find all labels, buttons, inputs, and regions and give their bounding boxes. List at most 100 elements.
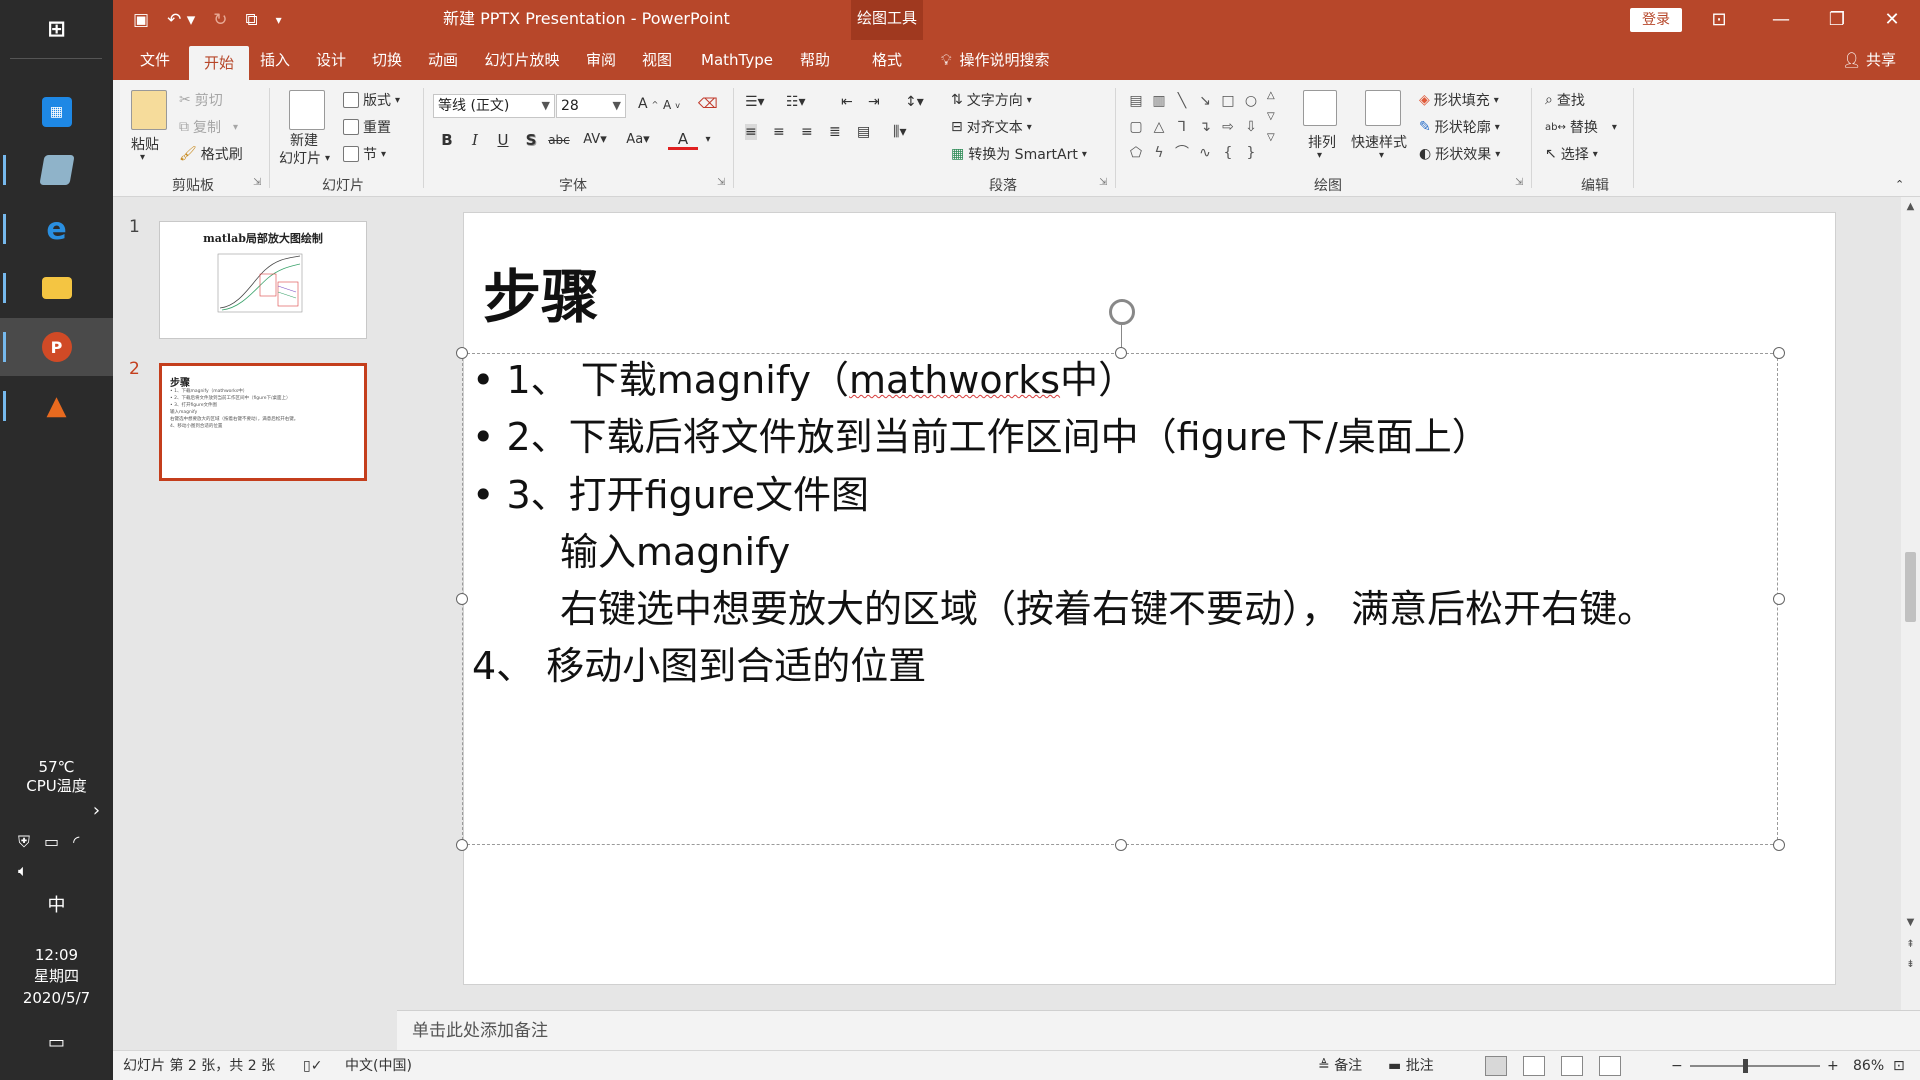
zoom-slider-track[interactable] (1690, 1065, 1820, 1067)
slide-thumbnail-2[interactable]: 步骤 • 1、下载magnify（mathworks中） • 2、下载后将文件放… (159, 363, 367, 481)
login-button[interactable]: 登录 (1630, 8, 1682, 32)
line-spacing-icon[interactable]: ↕▾ (905, 94, 924, 110)
scroll-down-icon[interactable]: ▼ (1901, 917, 1920, 928)
tab-transitions[interactable]: 切换 (365, 40, 409, 80)
arrange-dropdown-icon[interactable]: ▾ (1317, 150, 1322, 161)
shape-fill-button[interactable]: ◈ 形状填充 ▾ (1419, 90, 1499, 110)
body-line-2[interactable]: • 2、下载后将文件放到当前工作区间中（figure下/桌面上） (472, 413, 1490, 461)
volume-icon[interactable]: 🔈︎ (18, 861, 28, 881)
arrange-button[interactable]: 排列 (1308, 132, 1336, 152)
scrollbar-thumb[interactable] (1905, 552, 1916, 622)
paste-icon[interactable] (131, 90, 167, 130)
align-left-icon[interactable]: ≡ (745, 124, 757, 140)
body-line-5[interactable]: 右键选中想要放大的区域（按着右键不要动）， 满意后松开右键。 (560, 585, 1655, 633)
tab-format[interactable]: 格式 (853, 40, 921, 80)
slide-thumbnail-1[interactable]: matlab局部放大图绘制 (159, 221, 367, 339)
body-line-6[interactable]: 4、 移动小图到合适的位置 (472, 642, 926, 690)
rotate-handle-icon[interactable] (1109, 299, 1135, 325)
resize-handle-bottom-left[interactable] (456, 839, 468, 851)
battery-icon[interactable]: ▭ (44, 832, 59, 852)
save-icon[interactable]: ▣ (133, 10, 149, 30)
paste-button[interactable]: 粘贴 (131, 134, 159, 154)
resize-handle-bottom[interactable] (1115, 839, 1127, 851)
present-from-beginning-icon[interactable]: ⧉ (246, 10, 258, 30)
tell-me-search[interactable]: 💡︎ 操作说明搜索 (941, 40, 1050, 80)
language-indicator[interactable]: 中文(中国) (345, 1051, 412, 1080)
columns-icon[interactable]: ⫼▾ (893, 124, 906, 140)
font-launcher-icon[interactable]: ⇲ (717, 177, 725, 188)
right-brace-shape-icon[interactable]: } (1242, 144, 1260, 162)
new-slide-button[interactable]: 新建 (290, 130, 318, 150)
quick-styles-dropdown-icon[interactable]: ▾ (1379, 150, 1384, 161)
line-shape-icon[interactable]: ╲ (1173, 92, 1191, 110)
right-arrow-shape-icon[interactable]: ⇨ (1219, 118, 1237, 136)
taskbar-explorer-app[interactable] (0, 259, 113, 317)
arc-shape-icon[interactable]: ⌒ (1173, 144, 1191, 162)
strikethrough-icon[interactable]: abc (547, 128, 571, 152)
drawing-launcher-icon[interactable]: ⇲ (1515, 177, 1523, 188)
replace-button[interactable]: ab↔ 替换 ▾ (1545, 117, 1617, 137)
oval-shape-icon[interactable]: ○ (1242, 92, 1260, 110)
zoom-level[interactable]: 86% (1853, 1051, 1884, 1080)
decrease-indent-icon[interactable]: ⇤ (841, 94, 853, 110)
taskbar-edge-app[interactable]: e (0, 200, 113, 258)
freeform-shape-icon[interactable]: ⬠ (1127, 144, 1145, 162)
increase-font-size-icon[interactable]: A ^ (638, 96, 658, 112)
clock-time[interactable]: 12:09 (0, 945, 113, 965)
find-button[interactable]: ⌕ 查找 (1545, 90, 1585, 110)
wifi-icon[interactable]: ◜ (73, 832, 79, 852)
clear-formatting-icon[interactable]: ⌫ (698, 96, 718, 112)
cut-button[interactable]: ✂ 剪切 (179, 90, 223, 110)
elbow-arrow-shape-icon[interactable]: ↴ (1196, 118, 1214, 136)
reset-button[interactable]: 重置 (343, 117, 391, 137)
tab-review[interactable]: 审阅 (579, 40, 623, 80)
notification-center-icon[interactable]: ▭ (0, 1033, 113, 1053)
shape-outline-button[interactable]: ✎ 形状轮廓 ▾ (1419, 117, 1500, 137)
body-line-3[interactable]: • 3、打开figure文件图 (472, 471, 869, 519)
copy-button[interactable]: ⧉ 复制 ▾ (179, 117, 238, 137)
slide-title[interactable]: 步骤 (483, 250, 599, 334)
text-shadow-icon[interactable]: S (519, 128, 543, 152)
collapse-ribbon-icon[interactable]: ⌃ (1895, 178, 1904, 191)
shape-effects-button[interactable]: ◐ 形状效果 ▾ (1419, 144, 1500, 164)
shapes-gallery-scroll[interactable]: △ ▽ ▽ (1267, 90, 1275, 143)
change-case-icon[interactable]: Aa▾ (621, 128, 655, 152)
reading-view-icon[interactable] (1561, 1056, 1583, 1076)
rounded-rectangle-shape-icon[interactable]: ▢ (1127, 118, 1145, 136)
taskbar-calendar-app[interactable]: ▦ (0, 83, 113, 141)
minimize-button[interactable]: — (1753, 0, 1809, 40)
align-center-icon[interactable]: ≡ (773, 124, 785, 140)
spelling-error-word[interactable]: mathworks (849, 358, 1060, 402)
tab-animations[interactable]: 动画 (421, 40, 465, 80)
italic-icon[interactable]: I (463, 128, 487, 152)
fit-slide-icon[interactable]: ⊡ (1893, 1051, 1905, 1080)
resize-handle-top-left[interactable] (456, 347, 468, 359)
align-right-icon[interactable]: ≡ (801, 124, 813, 140)
textbox-shape-icon[interactable]: ▤ (1127, 92, 1145, 110)
font-color-icon[interactable]: A (668, 128, 698, 150)
font-color-dropdown-icon[interactable]: ▾ (696, 128, 720, 152)
tab-view[interactable]: 视图 (635, 40, 679, 80)
triangle-shape-icon[interactable]: △ (1150, 118, 1168, 136)
down-arrow-shape-icon[interactable]: ⇩ (1242, 118, 1260, 136)
resize-handle-left[interactable] (456, 593, 468, 605)
restore-button[interactable]: ❐ (1809, 0, 1865, 40)
previous-slide-icon[interactable]: ⇞ (1901, 939, 1920, 950)
start-button[interactable]: ⊞ (0, 0, 113, 58)
clipboard-launcher-icon[interactable]: ⇲ (253, 177, 261, 188)
paragraph-launcher-icon[interactable]: ⇲ (1099, 177, 1107, 188)
zoom-in-icon[interactable]: + (1827, 1051, 1839, 1080)
taskbar-powerpoint-app[interactable]: P (0, 318, 113, 376)
character-spacing-icon[interactable]: AV▾ (577, 128, 613, 152)
increase-indent-icon[interactable]: ⇥ (868, 94, 880, 110)
ribbon-display-options-icon[interactable]: ⊡ (1691, 0, 1747, 40)
normal-view-icon[interactable] (1485, 1056, 1507, 1076)
resize-handle-bottom-right[interactable] (1773, 839, 1785, 851)
arrange-icon[interactable] (1303, 90, 1337, 126)
curve-shape-icon[interactable]: ∿ (1196, 144, 1214, 162)
comments-toggle-button[interactable]: ▬ 批注 (1388, 1051, 1434, 1080)
section-button[interactable]: 节 ▾ (343, 144, 386, 164)
tab-mathtype[interactable]: MathType (693, 40, 781, 80)
numbering-icon[interactable]: ☷▾ (786, 94, 806, 110)
text-direction-button[interactable]: ⇅ 文字方向 ▾ (951, 90, 1032, 110)
